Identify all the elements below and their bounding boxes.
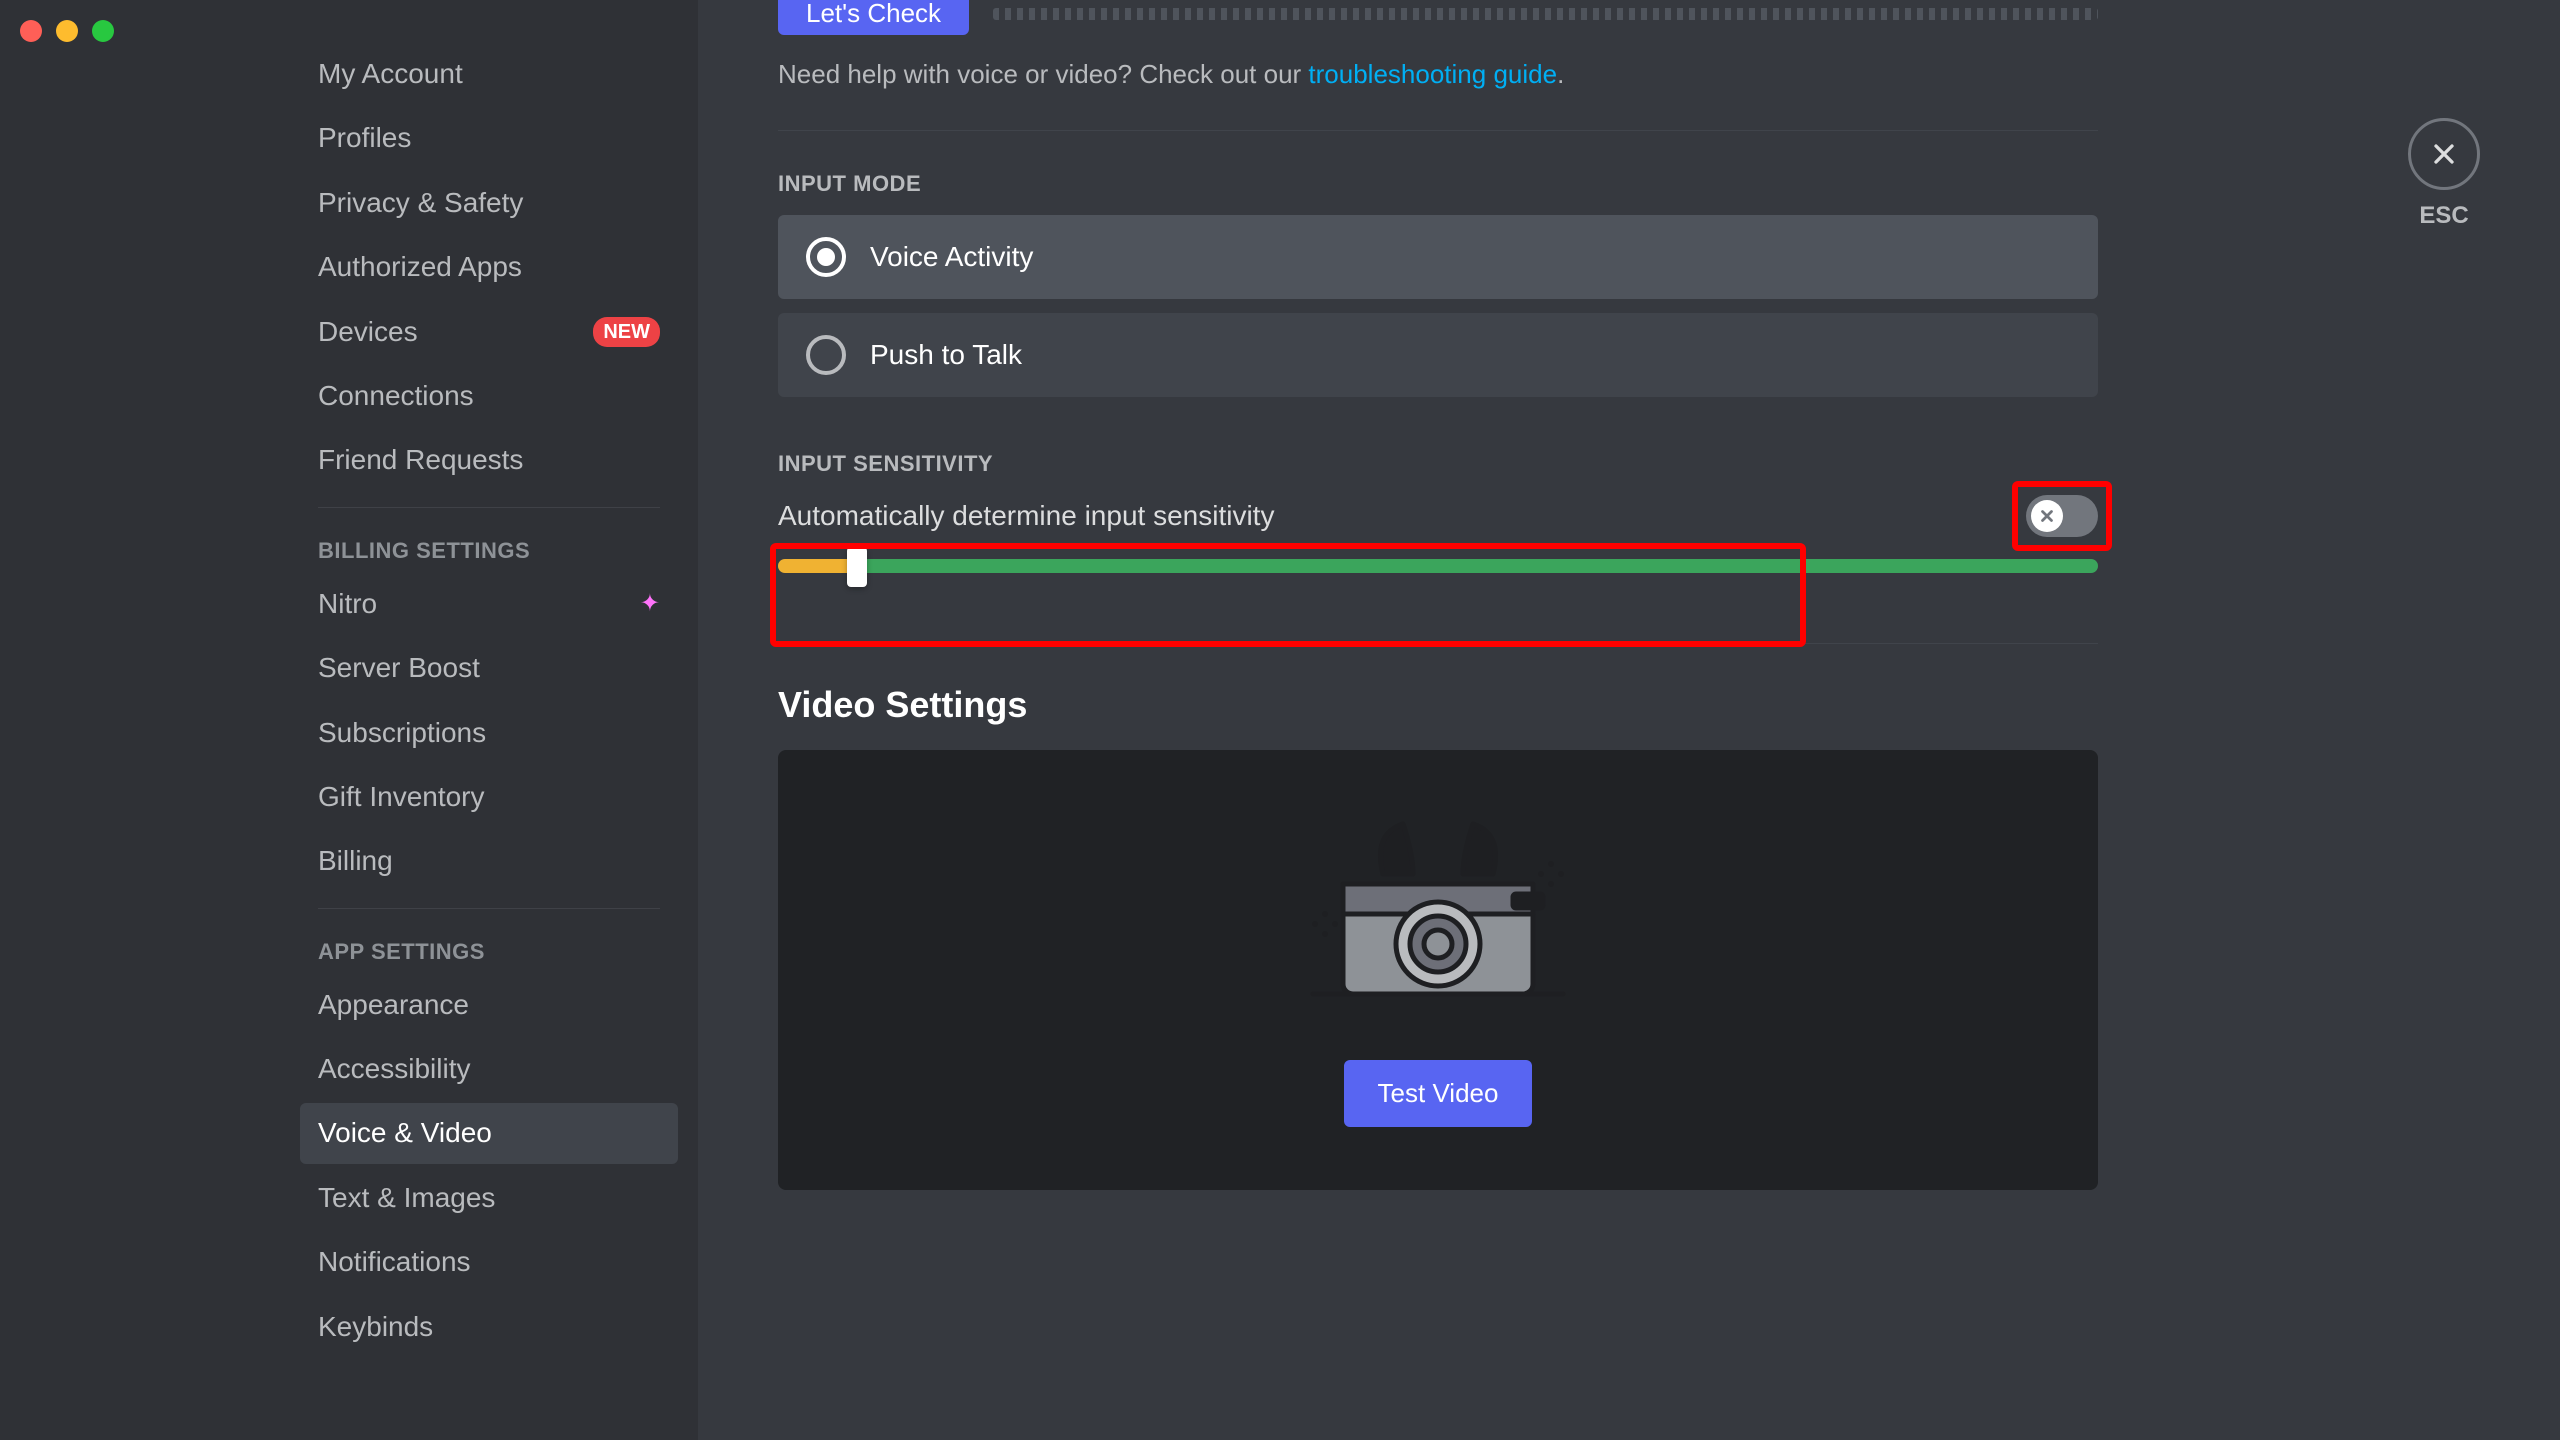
troubleshooting-link[interactable]: troubleshooting guide — [1308, 59, 1557, 89]
sidebar-item-label: Accessibility — [318, 1051, 470, 1087]
sidebar-item-connections[interactable]: Connections — [300, 366, 678, 426]
esc-label: ESC — [2419, 202, 2468, 230]
sidebar-item-server-boost[interactable]: Server Boost — [300, 638, 678, 698]
sidebar-item-label: Voice & Video — [318, 1115, 492, 1151]
mic-level-indicator — [993, 8, 2098, 20]
nitro-icon: ✦ — [640, 588, 660, 619]
auto-sensitivity-toggle[interactable] — [2026, 495, 2098, 537]
sidebar-item-billing[interactable]: Billing — [300, 831, 678, 891]
input-sensitivity-label: INPUT SENSITIVITY — [778, 451, 2098, 477]
video-settings-title: Video Settings — [778, 684, 2098, 726]
sidebar-item-privacy-safety[interactable]: Privacy & Safety — [300, 173, 678, 233]
sidebar-header-billing: BILLING SETTINGS — [300, 524, 678, 570]
sensitivity-slider[interactable] — [778, 559, 2098, 573]
section-divider — [778, 130, 2098, 131]
sidebar-item-label: Appearance — [318, 987, 469, 1023]
toggle-off-icon — [2038, 507, 2056, 525]
sidebar-item-gift-inventory[interactable]: Gift Inventory — [300, 767, 678, 827]
help-text: Need help with voice or video? Check out… — [778, 59, 2098, 90]
help-text-prefix: Need help with voice or video? Check out… — [778, 59, 1308, 89]
sidebar-item-subscriptions[interactable]: Subscriptions — [300, 703, 678, 763]
sidebar-item-label: Notifications — [318, 1244, 471, 1280]
input-mode-label: INPUT MODE — [778, 171, 2098, 197]
window-traffic-lights — [20, 20, 114, 42]
toggle-knob — [2031, 500, 2063, 532]
sidebar-item-label: Privacy & Safety — [318, 185, 523, 221]
lets-check-button[interactable]: Let's Check — [778, 0, 969, 35]
mic-test-row: Let's Check — [778, 0, 2098, 35]
sidebar-item-label: Keybinds — [318, 1309, 433, 1345]
help-text-suffix: . — [1557, 59, 1564, 89]
radio-icon — [806, 335, 846, 375]
sidebar-item-label: Gift Inventory — [318, 779, 485, 815]
sidebar-item-my-account[interactable]: My Account — [300, 44, 678, 104]
input-mode-push-to-talk[interactable]: Push to Talk — [778, 313, 2098, 397]
sidebar-item-label: Friend Requests — [318, 442, 523, 478]
close-settings: ESC — [2408, 118, 2480, 230]
auto-sensitivity-row: Automatically determine input sensitivit… — [778, 495, 2098, 537]
sidebar-item-label: Text & Images — [318, 1180, 495, 1216]
sidebar-item-friend-requests[interactable]: Friend Requests — [300, 430, 678, 490]
window-close-button[interactable] — [20, 20, 42, 42]
sidebar-item-profiles[interactable]: Profiles — [300, 108, 678, 168]
radio-label: Push to Talk — [870, 339, 1022, 371]
sidebar-item-notifications[interactable]: Notifications — [300, 1232, 678, 1292]
window-minimize-button[interactable] — [56, 20, 78, 42]
close-settings-button[interactable] — [2408, 118, 2480, 190]
sidebar-item-label: Connections — [318, 378, 474, 414]
section-divider — [778, 643, 2098, 644]
sidebar-item-text-images[interactable]: Text & Images — [300, 1168, 678, 1228]
radio-icon — [806, 237, 846, 277]
auto-sensitivity-label: Automatically determine input sensitivit… — [778, 500, 1274, 532]
sidebar-item-nitro[interactable]: Nitro ✦ — [300, 574, 678, 634]
sidebar-item-authorized-apps[interactable]: Authorized Apps — [300, 237, 678, 297]
sidebar-item-label: Billing — [318, 843, 393, 879]
sidebar-divider — [318, 507, 660, 508]
sidebar-item-label: Server Boost — [318, 650, 480, 686]
video-preview-panel: Test Video — [778, 750, 2098, 1190]
sensitivity-slider-container — [778, 559, 2098, 573]
input-mode-voice-activity[interactable]: Voice Activity — [778, 215, 2098, 299]
window-zoom-button[interactable] — [92, 20, 114, 42]
sidebar-item-appearance[interactable]: Appearance — [300, 975, 678, 1035]
sidebar-item-devices[interactable]: Devices NEW — [300, 302, 678, 362]
sidebar-item-keybinds[interactable]: Keybinds — [300, 1297, 678, 1357]
settings-sidebar: My Account Profiles Privacy & Safety Aut… — [0, 0, 698, 1440]
sidebar-item-accessibility[interactable]: Accessibility — [300, 1039, 678, 1099]
sidebar-item-label: Profiles — [318, 120, 411, 156]
sidebar-item-label: Devices — [318, 314, 418, 350]
sidebar-item-voice-video[interactable]: Voice & Video — [300, 1103, 678, 1163]
sidebar-divider — [318, 908, 660, 909]
radio-label: Voice Activity — [870, 241, 1033, 273]
slider-track-above-threshold — [857, 559, 2098, 573]
camera-illustration-icon — [1273, 814, 1603, 1014]
sidebar-item-label: My Account — [318, 56, 463, 92]
settings-content: Let's Check Need help with voice or vide… — [698, 0, 2560, 1440]
slider-thumb[interactable] — [847, 547, 867, 587]
new-badge: NEW — [593, 317, 660, 347]
close-icon — [2428, 138, 2460, 170]
sidebar-item-label: Nitro — [318, 586, 377, 622]
sidebar-item-label: Subscriptions — [318, 715, 486, 751]
slider-track-below-threshold — [778, 559, 857, 573]
sidebar-item-label: Authorized Apps — [318, 249, 522, 285]
sidebar-header-app: APP SETTINGS — [300, 925, 678, 971]
settings-window: My Account Profiles Privacy & Safety Aut… — [0, 0, 2560, 1440]
test-video-button[interactable]: Test Video — [1344, 1060, 1533, 1127]
